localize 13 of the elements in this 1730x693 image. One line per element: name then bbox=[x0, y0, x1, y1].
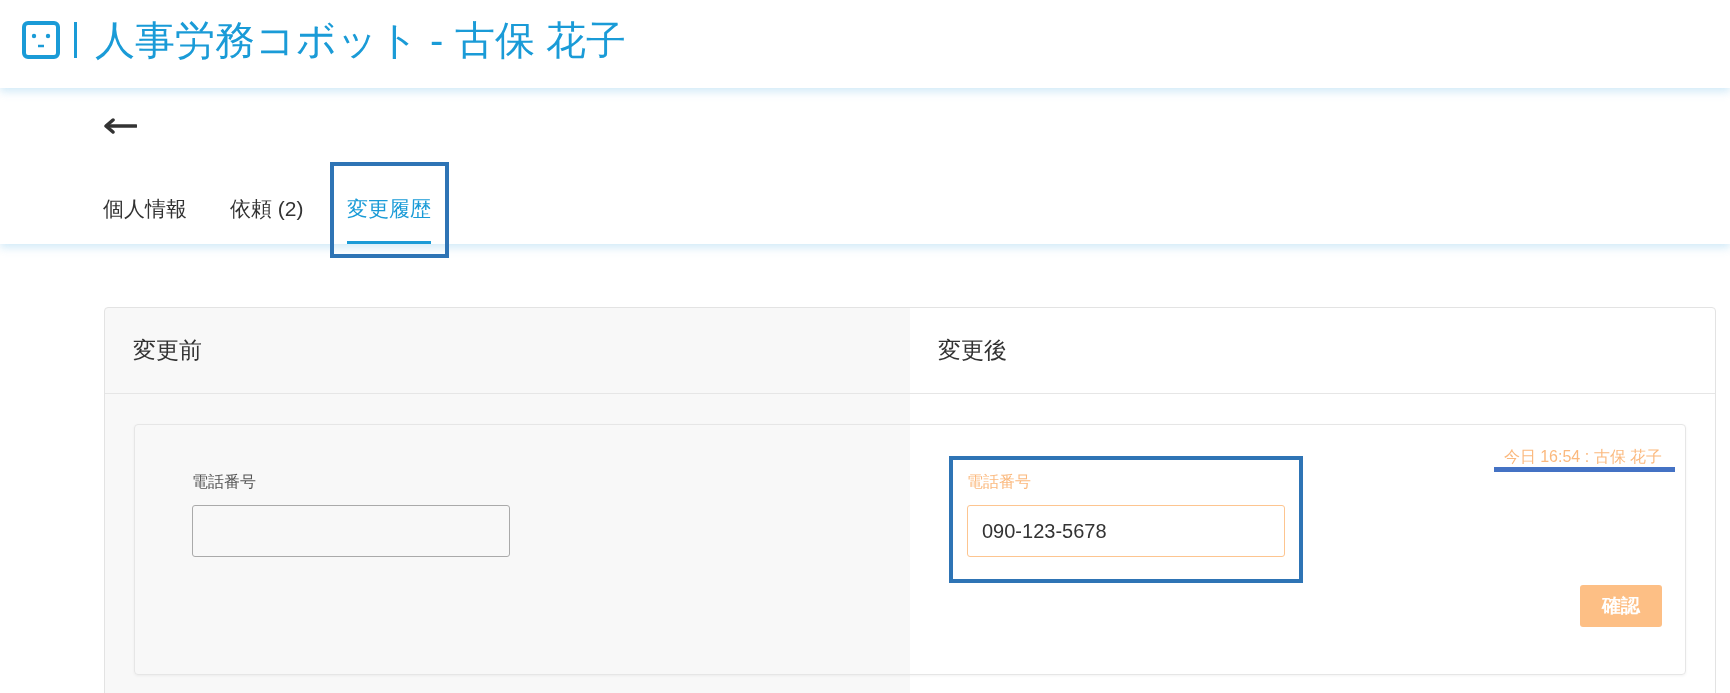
input-field[interactable] bbox=[192, 505, 510, 557]
field-label: 電話番号 bbox=[967, 472, 1032, 491]
app-title: 人事労務コボット - 古保 花子 bbox=[95, 17, 626, 64]
back-button[interactable] bbox=[103, 118, 137, 134]
tab[interactable]: 依頼 (2) bbox=[230, 188, 304, 244]
field-label: 電話番号 bbox=[192, 472, 257, 491]
column-heading: 変更前 bbox=[133, 336, 202, 365]
robot-face-logo-icon bbox=[22, 21, 60, 59]
arrow-left-icon bbox=[103, 118, 137, 134]
timestamp: 今日 16:54 : 古保 花子 bbox=[1503, 448, 1662, 466]
tab[interactable]: 個人情報 bbox=[103, 188, 187, 244]
input-field[interactable]: 090-123-5678 bbox=[967, 505, 1285, 557]
column-heading: 変更後 bbox=[938, 336, 1007, 365]
